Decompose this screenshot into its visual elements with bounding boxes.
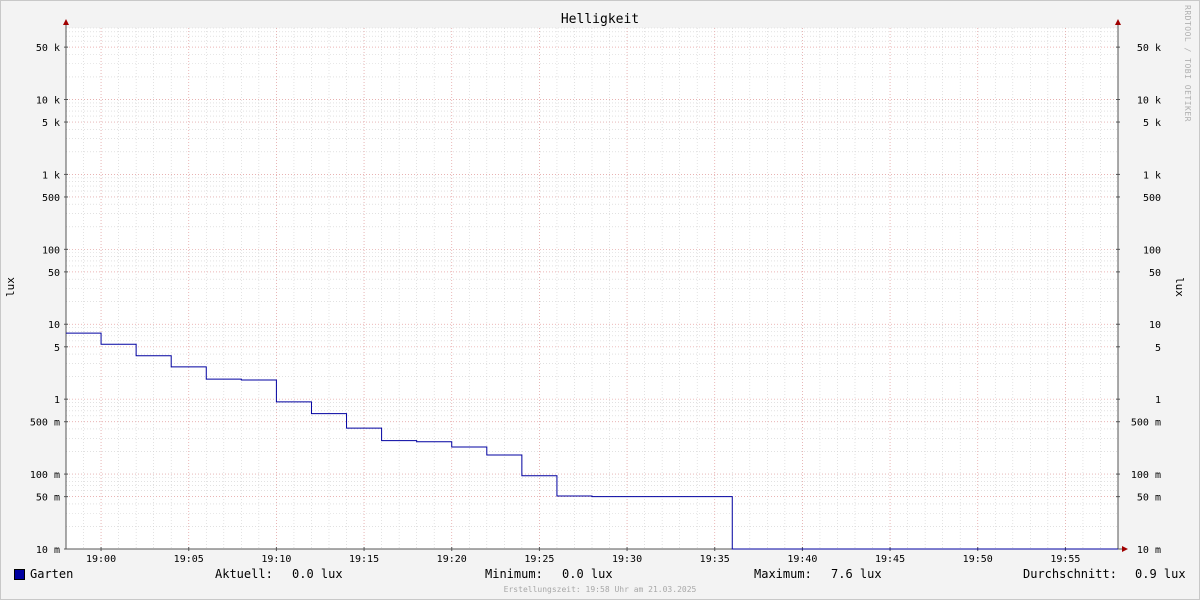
x-tick-label: 19:40	[787, 554, 817, 565]
y-axis-label-left: lux	[4, 277, 17, 297]
x-tick-label: 19:20	[437, 554, 467, 565]
y-tick-label-right: 10	[1149, 320, 1161, 331]
legend-current-label: Aktuell:	[215, 567, 273, 581]
watermark: RRDTOOL / TOBI OETIKER	[1183, 5, 1192, 122]
y-tick-label-right: 10 m	[1137, 545, 1161, 556]
legend-swatch	[14, 569, 25, 580]
y-tick-label-left: 10 k	[36, 95, 60, 106]
x-axis-arrow	[1122, 546, 1128, 552]
y-tick-label-left: 50 k	[36, 43, 60, 54]
y-tick-label-left: 500 m	[30, 418, 60, 429]
y-tick-label-left: 5 k	[42, 118, 60, 129]
y-tick-label-left: 10	[48, 320, 60, 331]
y-tick-label-left: 500	[42, 193, 60, 204]
y-tick-label-left: 5	[54, 343, 60, 354]
x-tick-label: 19:55	[1050, 554, 1080, 565]
y-axis-label-right: lux	[1173, 277, 1186, 297]
legend-min-label: Minimum:	[485, 567, 543, 581]
chart: 50 k 50 k 10 k 10 k 5 k 5 k 1 k 1 k 500 500 100 100…	[4, 12, 1186, 565]
x-tick-label: 19:15	[349, 554, 379, 565]
y-axis-arrow-right	[1115, 19, 1121, 25]
x-tick-label: 19:05	[174, 554, 204, 565]
y-tick-label-right: 50 k	[1137, 43, 1161, 54]
y-tick-label-left: 50 m	[36, 493, 60, 504]
creation-time: Erstellungszeit: 19:58 Uhr am 21.03.2025	[503, 585, 697, 594]
y-tick-label-right: 10 k	[1137, 95, 1161, 106]
legend-min-value: 0.0 lux	[562, 567, 613, 581]
x-tick-label: 19:25	[524, 554, 554, 565]
y-tick-label-left: 1	[54, 395, 60, 406]
x-tick-label: 19:45	[875, 554, 905, 565]
y-tick-label-left: 100 m	[30, 470, 60, 481]
y-tick-label-left: 100	[42, 245, 60, 256]
x-tick-label: 19:10	[261, 554, 291, 565]
legend-avg-label: Durchschnitt:	[1023, 567, 1117, 581]
y-tick-label-right: 500	[1143, 193, 1161, 204]
y-tick-label-right: 1 k	[1143, 170, 1161, 181]
y-tick-label-right: 50 m	[1137, 493, 1161, 504]
x-tick-label: 19:35	[700, 554, 730, 565]
y-tick-label-right: 500 m	[1131, 418, 1161, 429]
y-tick-label-right: 5 k	[1143, 118, 1161, 129]
y-tick-label-right: 100	[1143, 245, 1161, 256]
y-tick-label-left: 50	[48, 268, 60, 279]
legend-max-label: Maximum:	[754, 567, 812, 581]
legend-avg-value: 0.9 lux	[1135, 567, 1186, 581]
y-tick-label-left: 1 k	[42, 170, 60, 181]
chart-title: Helligkeit	[561, 12, 639, 27]
legend-max-value: 7.6 lux	[831, 567, 882, 581]
y-tick-label-right: 100 m	[1131, 470, 1161, 481]
legend-series-name: Garten	[30, 567, 74, 581]
y-tick-label-right: 5	[1155, 343, 1161, 354]
y-tick-label-right: 1	[1155, 395, 1161, 406]
y-axis-arrow-left	[63, 19, 69, 25]
y-tick-label-left: 10 m	[36, 545, 60, 556]
x-tick-label: 19:30	[612, 554, 642, 565]
x-tick-label: 19:50	[963, 554, 993, 565]
x-tick-label: 19:00	[86, 554, 116, 565]
legend-current-value: 0.0 lux	[292, 567, 343, 581]
y-tick-label-right: 50	[1149, 268, 1161, 279]
